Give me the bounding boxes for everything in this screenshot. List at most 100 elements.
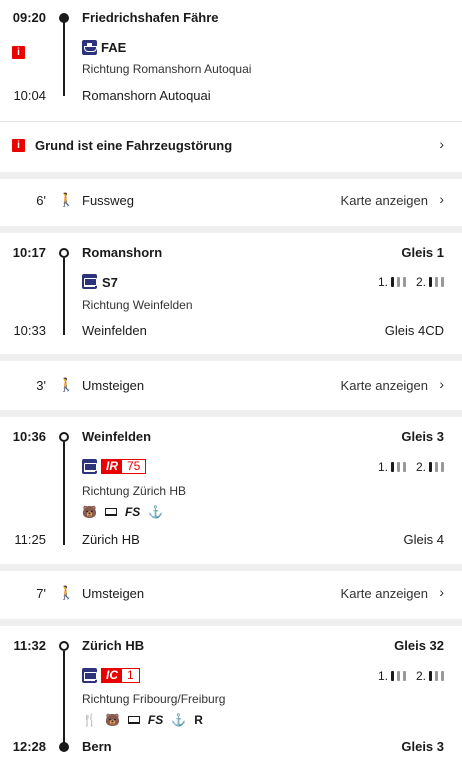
amenities: 🍴 🐻 FS ⚓ R	[82, 713, 203, 727]
stop-dot	[59, 432, 69, 442]
first-class-label: 1.	[377, 460, 388, 474]
leg-s7: 10:17 Romanshorn Gleis 1 S7 1. 2. Richtu…	[0, 233, 462, 354]
chevron-right-icon: ›	[439, 376, 444, 392]
line-badge: IR 75	[101, 459, 147, 474]
arrival-time: 10:04	[13, 88, 46, 103]
section-gap	[0, 410, 462, 417]
business-zone-icon	[127, 716, 140, 724]
second-class-label: 2.	[415, 669, 426, 683]
second-class-label: 2.	[415, 460, 426, 474]
departure-station: Friedrichshafen Fähre	[82, 10, 219, 25]
stop-dot	[59, 248, 69, 258]
departure-platform: Gleis 32	[394, 638, 444, 653]
line-code: FAE	[101, 40, 127, 55]
train-icon	[82, 668, 97, 683]
departure-station: Weinfelden	[82, 429, 152, 444]
info-icon: i	[12, 139, 25, 152]
departure-time: 11:32	[13, 638, 46, 653]
family-zone-icon: 🐻	[104, 713, 120, 727]
direction: Richtung Romanshorn Autoquai	[82, 62, 252, 76]
reservation-icon: R	[194, 713, 203, 727]
walk-duration: 7'	[36, 586, 46, 601]
direction: Richtung Zürich HB	[82, 484, 187, 498]
person-icon	[396, 671, 400, 681]
train-icon	[82, 274, 97, 289]
business-zone-icon	[104, 508, 117, 516]
restaurant-icon: 🍴	[82, 713, 97, 727]
route-line	[63, 442, 65, 545]
show-map-link[interactable]: Karte anzeigen	[341, 378, 428, 393]
line-code: S7	[102, 275, 118, 290]
route-line	[63, 18, 65, 96]
person-icon	[402, 462, 406, 472]
person-icon	[396, 277, 400, 287]
route-line	[63, 651, 65, 746]
walking-icon: 🚶	[58, 192, 75, 207]
departure-station: Zürich HB	[82, 638, 145, 653]
train-number: 1	[127, 668, 134, 682]
leg-ferry: 09:20 Friedrichshafen Fähre i FAE Richtu…	[0, 0, 462, 115]
person-icon	[441, 671, 444, 681]
info-icon[interactable]: i	[12, 46, 25, 59]
train-icon	[82, 459, 97, 474]
arrival-station: Romanshorn Autoquai	[82, 88, 211, 103]
section-gap	[0, 226, 462, 233]
arrival-platform: Gleis 4	[403, 532, 444, 547]
person-icon	[390, 671, 394, 681]
section-gap	[0, 354, 462, 361]
chevron-right-icon: ›	[439, 584, 444, 600]
disruption-notice[interactable]: i Grund ist eine Fahrzeugstörung ›	[0, 122, 462, 172]
fs-icon: FS	[147, 713, 164, 727]
first-class-label: 1.	[377, 275, 388, 289]
section-gap	[0, 172, 462, 179]
amenities: 🐻 FS ⚓	[82, 505, 163, 519]
section-gap	[0, 619, 462, 626]
train-category: IR	[102, 460, 122, 473]
arrival-station: Weinfelden	[82, 323, 147, 338]
chevron-right-icon: ›	[439, 191, 444, 207]
walk-umsteigen: 3' 🚶 Umsteigen Karte anzeigen ›	[0, 361, 462, 410]
route-line	[63, 258, 65, 335]
arrival-time: 10:33	[13, 323, 46, 338]
occupancy-indicator: 1. 2.	[378, 460, 444, 474]
person-icon	[441, 462, 444, 472]
arrival-station: Zürich HB	[82, 532, 140, 547]
departure-platform: Gleis 3	[401, 429, 444, 444]
person-icon	[435, 277, 438, 287]
departure-station: Romanshorn	[82, 245, 163, 260]
person-icon	[435, 671, 438, 681]
family-zone-icon: 🐻	[82, 505, 97, 519]
arrival-time: 11:25	[14, 532, 46, 547]
person-icon	[429, 671, 432, 681]
second-class-label: 2.	[415, 275, 426, 289]
arrival-time: 12:28	[12, 739, 46, 754]
walk-label: Umsteigen	[82, 586, 145, 601]
person-icon	[441, 277, 444, 287]
show-map-link[interactable]: Karte anzeigen	[341, 586, 428, 601]
occupancy-indicator: 1. 2.	[378, 275, 444, 289]
walk-label: Fussweg	[82, 193, 135, 208]
direction: Richtung Fribourg/Freiburg	[82, 692, 226, 706]
line-badge: IC 1	[101, 668, 140, 683]
chevron-right-icon: ›	[439, 136, 444, 152]
departure-time: 09:20	[12, 10, 46, 25]
arrival-platform: Gleis 3	[401, 739, 444, 754]
train-number: 75	[127, 459, 141, 473]
person-icon	[390, 277, 394, 287]
person-icon	[390, 462, 394, 472]
first-class-label: 1.	[377, 669, 388, 683]
stop-dot	[59, 742, 69, 752]
leg-ir75: 10:36 Weinfelden Gleis 3 IR 75 1. 2. Ric…	[0, 417, 462, 564]
train-category: IC	[102, 669, 122, 682]
walk-duration: 3'	[36, 378, 46, 393]
person-icon	[402, 671, 406, 681]
walk-label: Umsteigen	[82, 378, 145, 393]
occupancy-indicator: 1. 2.	[378, 669, 444, 683]
person-icon	[396, 462, 400, 472]
person-icon	[429, 277, 432, 287]
low-floor-icon: ⚓	[171, 713, 187, 727]
departure-time: 10:17	[12, 245, 46, 260]
leg-ic1: 11:32 Zürich HB Gleis 32 IC 1 1. 2. Rich…	[0, 626, 462, 767]
show-map-link[interactable]: Karte anzeigen	[341, 193, 428, 208]
person-icon	[435, 462, 438, 472]
